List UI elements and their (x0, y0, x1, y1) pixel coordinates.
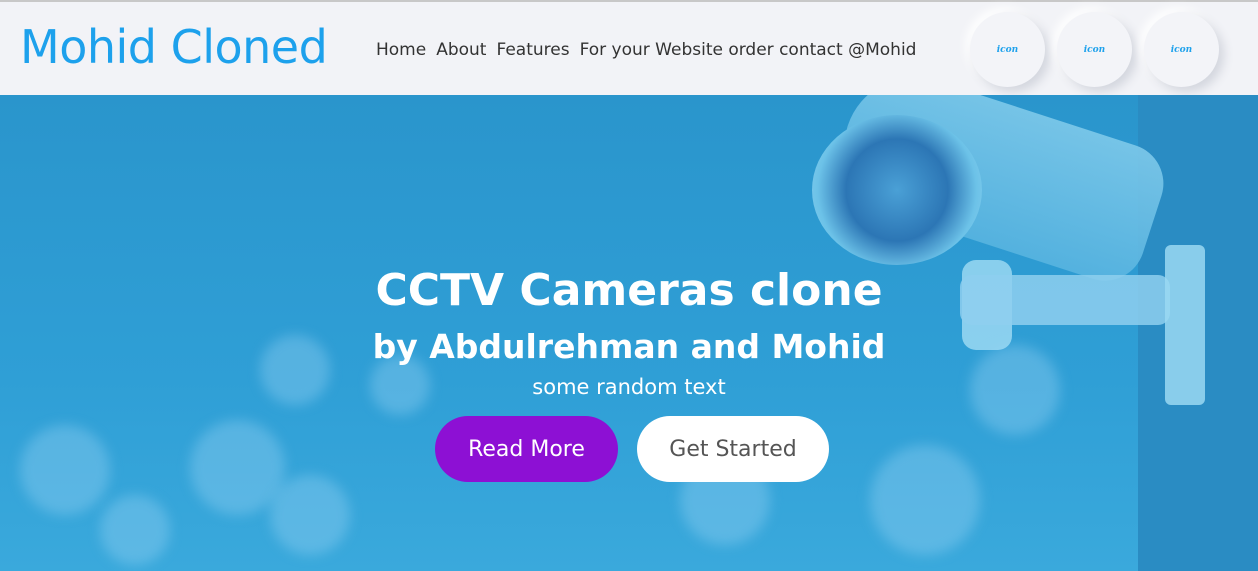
bokeh-light (100, 495, 170, 565)
nav-home-link[interactable]: Home (376, 40, 426, 60)
hero-title: CCTV Cameras clone (375, 265, 883, 316)
site-logo[interactable]: Mohid Cloned (20, 20, 328, 74)
get-started-button[interactable]: Get Started (637, 416, 829, 482)
icon-button-1[interactable]: icon (970, 12, 1045, 87)
site-header: Mohid Cloned Home About Features For you… (0, 0, 1258, 95)
nav-features-link[interactable]: Features (496, 40, 569, 60)
bokeh-light (190, 420, 285, 515)
header-icon-group: icon icon icon (970, 12, 1219, 87)
nav-about-link[interactable]: About (436, 40, 486, 60)
nav-contact-link[interactable]: For your Website order contact @Mohid (580, 40, 917, 60)
hero-subtitle: by Abdulrehman and Mohid (372, 327, 886, 366)
read-more-button[interactable]: Read More (435, 416, 618, 482)
bokeh-light (870, 445, 980, 555)
hero-text: some random text (532, 375, 726, 399)
hero-section: CCTV Cameras clone by Abdulrehman and Mo… (0, 95, 1258, 571)
cctv-camera-lens (812, 115, 982, 265)
bokeh-light (20, 425, 110, 515)
icon-button-3[interactable]: icon (1144, 12, 1219, 87)
icon-button-2[interactable]: icon (1057, 12, 1132, 87)
bokeh-light (270, 475, 350, 555)
main-nav: Home About Features For your Website ord… (376, 40, 916, 60)
